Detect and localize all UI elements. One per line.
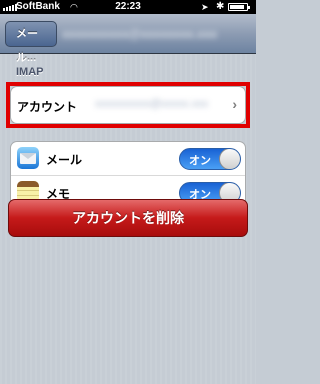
nav-title: xxxxxxxxxx@xxxxxxxx.xxx <box>62 27 218 41</box>
back-button-label: メール... <box>16 28 38 64</box>
navigation-bar: メール... xxxxxxxxxx@xxxxxxxx.xxx <box>0 14 256 64</box>
service-row-mail: メール オン <box>11 142 245 175</box>
status-bar: SoftBank ◠ 22:23 ➤ ✱ <box>0 0 256 14</box>
battery-icon <box>228 3 250 11</box>
mail-toggle[interactable]: オン <box>179 148 241 170</box>
bluetooth-icon: ✱ <box>216 1 225 12</box>
location-arrow-icon: ➤ <box>201 2 209 12</box>
section-header: IMAP <box>16 66 44 78</box>
toggle-label: オン <box>189 155 211 167</box>
highlight-box <box>6 82 250 128</box>
back-button[interactable]: メール... <box>5 21 57 64</box>
toggle-knob <box>219 149 240 169</box>
mail-icon <box>17 147 39 169</box>
screen: SoftBank ◠ 22:23 ➤ ✱ メール... xxxxxxxxxx@x… <box>0 0 256 384</box>
delete-account-button[interactable]: アカウントを削除 <box>8 199 248 237</box>
service-label: メール <box>46 153 83 167</box>
